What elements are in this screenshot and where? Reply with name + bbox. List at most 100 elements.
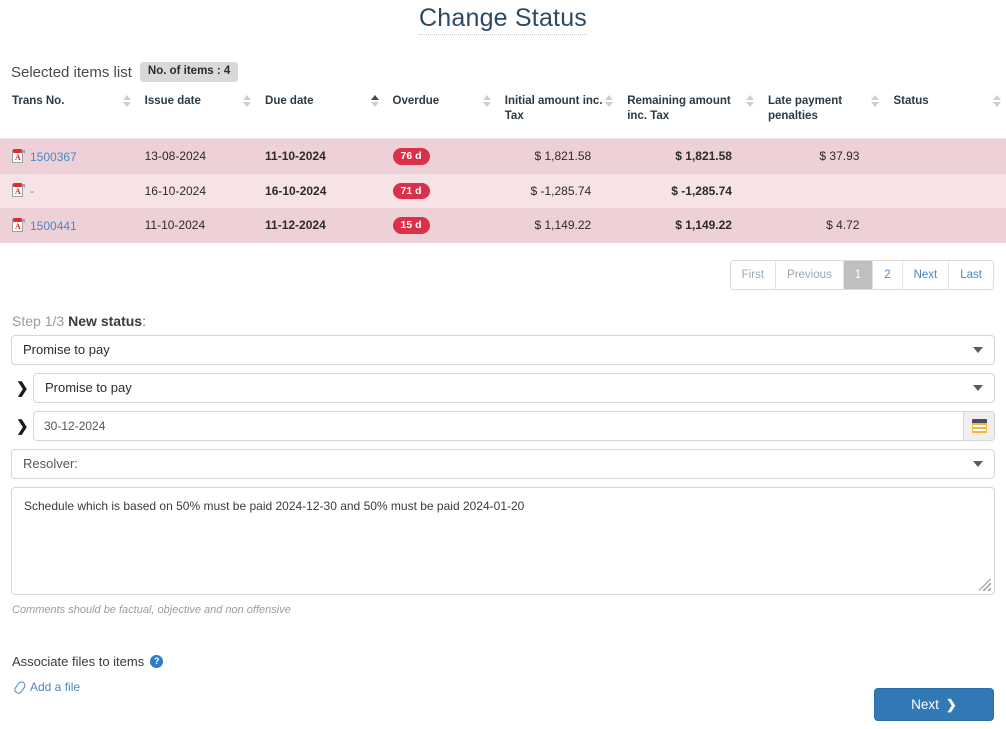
trans-no-link[interactable]: - <box>30 184 34 198</box>
cell-late-penalties <box>756 174 881 209</box>
cell-late-penalties: $ 4.72 <box>756 208 881 243</box>
cell-issue-date: 16-10-2024 <box>133 174 253 209</box>
cell-overdue: 71 d <box>381 174 493 209</box>
cell-overdue: 76 d <box>381 139 493 174</box>
promise-date-input[interactable] <box>34 412 963 440</box>
status-select[interactable]: Promise to pay <box>11 335 995 365</box>
cell-late-penalties: $ 37.93 <box>756 139 881 174</box>
sort-icon-status[interactable] <box>870 94 880 108</box>
pagination-next[interactable]: Next <box>903 261 950 289</box>
selected-items-table: Trans No. Issue date Due date Overdue In… <box>0 92 1006 243</box>
cell-trans-no[interactable]: A 1500441 <box>0 208 133 243</box>
resolver-select[interactable]: Resolver: <box>11 449 995 479</box>
column-header-remaining-amount[interactable]: Remaining amount inc. Tax <box>615 92 756 139</box>
comments-hint: Comments should be factual, objective an… <box>12 604 1006 616</box>
step-label: Step 1/3 <box>12 313 64 329</box>
sort-icon-remaining-amount[interactable] <box>604 94 614 108</box>
cell-overdue: 15 d <box>381 208 493 243</box>
column-header-status[interactable]: Status <box>881 92 1006 139</box>
column-header-issue-date[interactable]: Issue date <box>133 92 253 139</box>
sort-icon-due-date[interactable] <box>242 94 252 108</box>
cell-trans-no[interactable]: A- <box>0 174 133 209</box>
page-title-text: Change Status <box>419 4 587 35</box>
new-status-colon: : <box>142 313 146 329</box>
associate-files-label: Associate files to items <box>12 654 144 669</box>
sub-status-select-value: Promise to pay <box>45 380 132 395</box>
pagination-page-1[interactable]: 1 <box>844 261 873 289</box>
help-icon[interactable]: ? <box>150 655 163 668</box>
new-status-label: New status <box>68 313 142 329</box>
sort-icon-status-right[interactable] <box>992 94 1002 108</box>
cell-status <box>881 208 1006 243</box>
column-label: Status <box>893 94 1000 109</box>
pdf-icon[interactable]: A <box>12 218 25 233</box>
cell-due-date: 16-10-2024 <box>253 174 381 209</box>
step-indicator: Step 1/3New status: <box>12 313 1006 329</box>
sort-icon-overdue[interactable] <box>370 94 380 108</box>
chevron-down-icon[interactable] <box>973 385 983 391</box>
overdue-badge: 15 d <box>393 217 430 234</box>
column-header-trans-no[interactable]: Trans No. <box>0 92 133 139</box>
overdue-badge: 76 d <box>393 148 430 165</box>
sort-icon-late-penalties[interactable] <box>745 94 755 108</box>
page-title: Change Status <box>0 0 1006 33</box>
pagination-previous[interactable]: Previous <box>776 261 844 289</box>
column-header-due-date[interactable]: Due date <box>253 92 381 139</box>
pagination: First Previous 1 2 Next Last <box>730 260 994 290</box>
cell-issue-date: 13-08-2024 <box>133 139 253 174</box>
chevron-down-icon[interactable] <box>973 347 983 353</box>
column-label: Remaining amount inc. Tax <box>627 94 750 124</box>
column-label: Overdue <box>393 94 487 109</box>
pdf-icon[interactable]: A <box>12 183 25 198</box>
promise-date-row: ❯ <box>0 411 1006 441</box>
column-label: Initial amount inc. Tax <box>505 94 609 124</box>
column-label: Issue date <box>145 94 247 109</box>
trans-no-link[interactable]: 1500441 <box>30 219 77 233</box>
pagination-page-2[interactable]: 2 <box>873 261 902 289</box>
comments-container <box>11 487 995 598</box>
table-row[interactable]: A- 16-10-2024 16-10-2024 71 d $ -1,285.7… <box>0 174 1006 209</box>
associate-files-section: Associate files to items ? <box>12 654 1006 669</box>
sort-icon-initial-amount[interactable] <box>482 94 492 108</box>
cell-issue-date: 11-10-2024 <box>133 208 253 243</box>
sub-status-row: ❯ Promise to pay <box>0 373 1006 403</box>
cell-status <box>881 174 1006 209</box>
cell-remaining-amount: $ 1,821.58 <box>615 139 756 174</box>
overdue-badge: 71 d <box>393 183 430 200</box>
status-select-value: Promise to pay <box>23 342 110 357</box>
cell-initial-amount: $ 1,821.58 <box>493 139 615 174</box>
sort-icon-issue-date[interactable] <box>122 94 132 108</box>
pagination-container: First Previous 1 2 Next Last <box>0 260 1006 290</box>
comments-textarea[interactable] <box>11 487 995 595</box>
cell-status <box>881 139 1006 174</box>
trans-no-link[interactable]: 1500367 <box>30 150 77 164</box>
chevron-right-icon: ❯ <box>11 379 33 397</box>
chevron-right-icon: ❯ <box>11 417 33 435</box>
promise-date-field[interactable] <box>33 411 995 441</box>
table-header-row: Trans No. Issue date Due date Overdue In… <box>0 92 1006 139</box>
column-header-late-penalties[interactable]: Late payment penalties <box>756 92 881 139</box>
cell-remaining-amount: $ 1,149.22 <box>615 208 756 243</box>
column-header-initial-amount[interactable]: Initial amount inc. Tax <box>493 92 615 139</box>
cell-initial-amount: $ 1,149.22 <box>493 208 615 243</box>
calendar-button[interactable] <box>963 412 994 440</box>
pagination-last[interactable]: Last <box>949 261 993 289</box>
chevron-down-icon[interactable] <box>973 461 983 467</box>
column-label: Due date <box>265 94 375 109</box>
table-row[interactable]: A1500441 11-10-2024 11-12-2024 15 d $ 1,… <box>0 208 1006 243</box>
add-file-label: Add a file <box>30 680 80 694</box>
cell-remaining-amount: $ -1,285.74 <box>615 174 756 209</box>
cell-initial-amount: $ -1,285.74 <box>493 174 615 209</box>
table-row[interactable]: A1500367 13-08-2024 11-10-2024 76 d $ 1,… <box>0 139 1006 174</box>
add-file-link[interactable]: Add a file <box>14 680 1006 694</box>
pdf-icon[interactable]: A <box>12 149 25 164</box>
column-header-overdue[interactable]: Overdue <box>381 92 493 139</box>
cell-trans-no[interactable]: A 1500367 <box>0 139 133 174</box>
pagination-first[interactable]: First <box>731 261 776 289</box>
paperclip-icon <box>14 681 25 693</box>
sub-status-select[interactable]: Promise to pay <box>33 373 995 403</box>
column-label: Trans No. <box>12 94 127 109</box>
next-button[interactable]: Next ❯ <box>874 688 994 721</box>
items-count-badge: No. of items : 4 <box>140 62 238 82</box>
calendar-icon <box>972 419 987 433</box>
